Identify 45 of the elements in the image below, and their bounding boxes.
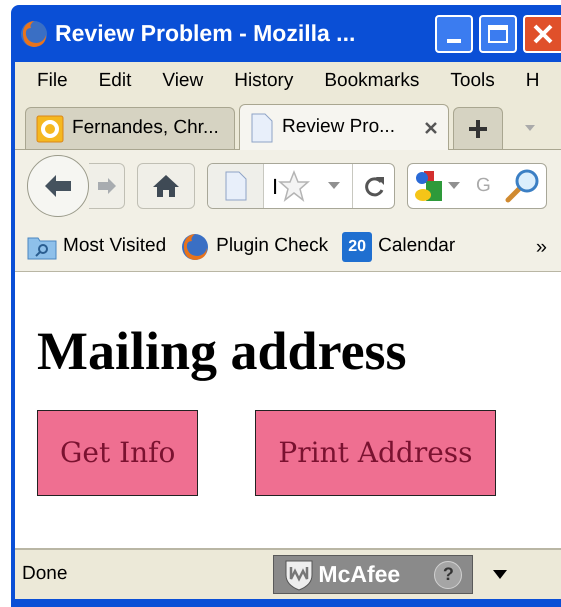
close-button[interactable] (523, 14, 561, 52)
new-tab-button[interactable] (453, 107, 503, 149)
home-button[interactable] (137, 163, 195, 209)
overflow-chevron[interactable]: » (536, 232, 547, 262)
menu-item[interactable]: Tools (450, 66, 495, 96)
search-engine-icon[interactable] (414, 169, 444, 203)
shield-icon (284, 558, 314, 590)
page-icon (224, 171, 248, 201)
menu-item[interactable]: History (234, 66, 294, 96)
calendar-icon: 20 (342, 232, 372, 262)
page-button[interactable]: Get Info (37, 410, 198, 496)
bookmark-link[interactable]: Calendar (378, 232, 456, 261)
bookmark-link[interactable]: Plugin Check (216, 232, 328, 261)
address-field[interactable]: I (207, 163, 395, 209)
menu-item[interactable]: Bookmarks (324, 66, 420, 96)
dropdown-caret-icon[interactable] (493, 570, 508, 579)
page-button[interactable]: Print Address (255, 410, 496, 496)
menu-item[interactable]: Edit (98, 66, 132, 96)
menu-item[interactable]: View (162, 66, 204, 96)
star-icon[interactable] (278, 170, 310, 202)
home-icon (151, 173, 181, 199)
badge-label: McAfee (318, 560, 400, 590)
plus-icon (468, 118, 488, 138)
minimize-button[interactable] (435, 14, 473, 52)
menu-item[interactable]: H (526, 66, 540, 96)
search-bar[interactable]: G (407, 163, 547, 209)
search-icon[interactable] (504, 168, 540, 204)
browser-logo-icon (180, 232, 210, 262)
maximize-button[interactable] (479, 14, 517, 52)
page-icon (250, 112, 274, 142)
help-button[interactable]: ? (434, 560, 462, 588)
forward-arrow-icon (96, 176, 118, 196)
status-text: Done (22, 562, 68, 586)
tab[interactable]: Review Pro... (239, 104, 449, 150)
menu-item[interactable]: File (37, 66, 68, 96)
security-badge[interactable]: McAfee ? (273, 555, 474, 594)
tab[interactable]: Fernandes, Chr... (25, 107, 235, 149)
search-field[interactable]: G (476, 172, 506, 200)
bookmark-link[interactable]: Most Visited (63, 232, 166, 261)
window-title: Review Problem - Mozilla ... (55, 19, 356, 48)
address-text: I (271, 172, 278, 200)
close-icon (532, 22, 554, 44)
close-tab-icon[interactable] (424, 120, 438, 134)
browser-logo-icon (19, 18, 49, 48)
back-arrow-icon (43, 173, 73, 199)
